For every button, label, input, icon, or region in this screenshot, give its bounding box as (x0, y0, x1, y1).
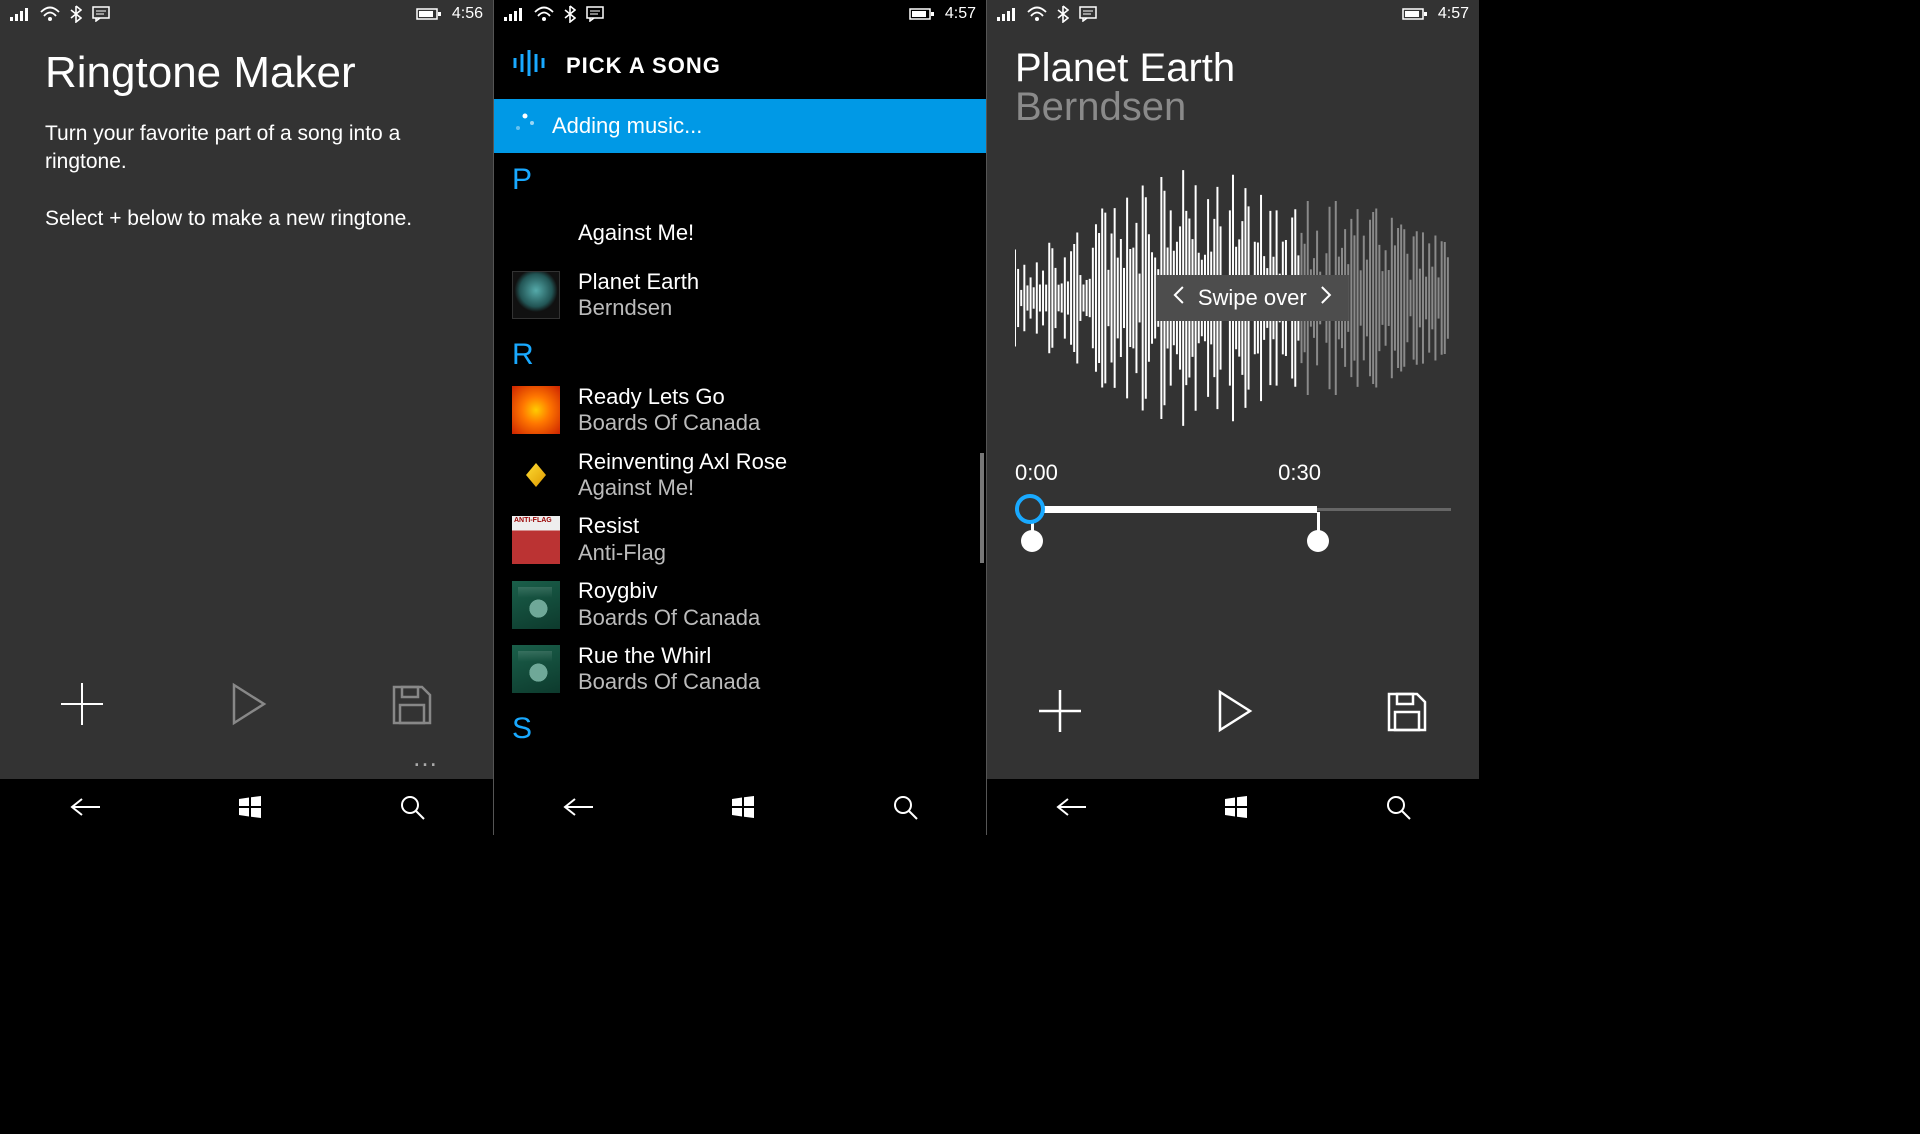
swipe-text: Swipe over (1198, 285, 1307, 311)
song-title: Rue the Whirl (578, 643, 760, 669)
swipe-hint: Swipe over (1156, 275, 1349, 321)
album-art (512, 386, 560, 434)
screen-editor: 4:57 Planet Earth Berndsen Swipe over 0:… (986, 0, 1479, 835)
play-button[interactable] (220, 677, 274, 736)
play-button[interactable] (1206, 684, 1260, 743)
album-art (512, 645, 560, 693)
status-bar: 4:57 (494, 0, 986, 28)
save-button[interactable] (384, 677, 438, 736)
song-title: Roygbiv (578, 578, 760, 604)
page-title: Ringtone Maker (45, 48, 448, 98)
signal-icon (504, 7, 524, 21)
song-title: Reinventing Axl Rose (578, 449, 787, 475)
song-artist: Anti-Flag (578, 540, 666, 566)
battery-icon (416, 7, 442, 21)
add-button[interactable] (1033, 684, 1087, 743)
song-artist: Berndsen (1015, 85, 1451, 130)
song-title: Ready Lets Go (578, 384, 760, 410)
bluetooth-icon (564, 5, 576, 23)
nav-back-button[interactable] (561, 795, 595, 819)
loading-spinner-icon (514, 112, 536, 140)
message-icon (92, 6, 110, 22)
handle-end[interactable] (1307, 530, 1329, 552)
song-artist: Boards Of Canada (578, 410, 760, 436)
nav-windows-button[interactable] (237, 794, 263, 820)
bluetooth-icon (70, 5, 82, 23)
song-row[interactable]: Ready Lets Go Boards Of Canada (494, 378, 986, 443)
song-row[interactable]: Roygbiv Boards Of Canada (494, 572, 986, 637)
intro-text-1: Turn your favorite part of a song into a… (45, 120, 448, 177)
nav-search-button[interactable] (891, 793, 919, 821)
album-art (512, 516, 560, 564)
waveform[interactable]: Swipe over (1015, 148, 1451, 448)
nav-back-button[interactable] (1054, 795, 1088, 819)
more-button[interactable]: … (45, 742, 448, 779)
adding-music-banner: Adding music... (494, 99, 986, 153)
scrollbar-thumb[interactable] (980, 453, 984, 563)
message-icon (1079, 6, 1097, 22)
song-artist: Against Me! (578, 475, 787, 501)
page-title: PICK A SONG (566, 53, 721, 79)
chevron-left-icon (1172, 285, 1186, 311)
song-row[interactable]: Reinventing Axl Rose Against Me! (494, 443, 986, 508)
battery-icon (909, 7, 935, 21)
screen-ringtone-home: 4:56 Ringtone Maker Turn your favorite p… (0, 0, 493, 835)
nav-windows-button[interactable] (730, 794, 756, 820)
clock-text: 4:56 (452, 5, 483, 23)
app-logo-icon (512, 48, 548, 83)
song-row[interactable]: Against Me! (494, 203, 986, 263)
save-button[interactable] (1379, 684, 1433, 743)
time-end: 0:30 (1278, 460, 1321, 486)
range-slider[interactable] (1015, 492, 1451, 562)
signal-icon (10, 7, 30, 21)
status-bar: 4:57 (987, 0, 1479, 28)
wifi-icon (40, 6, 60, 22)
handle-start[interactable] (1015, 494, 1045, 524)
group-letter[interactable]: P (494, 153, 986, 203)
song-artist: Berndsen (578, 295, 699, 321)
nav-search-button[interactable] (1384, 793, 1412, 821)
signal-icon (997, 7, 1017, 21)
nav-windows-button[interactable] (1223, 794, 1249, 820)
album-art (512, 581, 560, 629)
song-artist: Boards Of Canada (578, 605, 760, 631)
song-artist: Boards Of Canada (578, 669, 760, 695)
add-button[interactable] (55, 677, 109, 736)
album-art (512, 451, 560, 499)
nav-back-button[interactable] (68, 795, 102, 819)
time-start: 0:00 (1015, 460, 1058, 486)
wifi-icon (534, 6, 554, 22)
screen-pick-song: 4:57 PICK A SONG Adding music... P Again… (493, 0, 986, 835)
song-title: Planet Earth (578, 269, 699, 295)
chevron-right-icon (1319, 285, 1333, 311)
clock-text: 4:57 (945, 5, 976, 23)
album-art (512, 271, 560, 319)
clock-text: 4:57 (1438, 5, 1469, 23)
song-row[interactable]: Resist Anti-Flag (494, 507, 986, 572)
song-row[interactable]: Rue the Whirl Boards Of Canada (494, 637, 986, 702)
nav-search-button[interactable] (398, 793, 426, 821)
intro-text-2: Select + below to make a new ringtone. (45, 205, 448, 233)
group-letter[interactable]: S (494, 702, 986, 752)
album-art (512, 209, 560, 257)
song-list[interactable]: P Against Me! Planet Earth Berndsen R Re… (494, 153, 986, 779)
song-title: Against Me! (578, 220, 694, 246)
banner-text: Adding music... (552, 113, 702, 139)
song-title: Resist (578, 513, 666, 539)
battery-icon (1402, 7, 1428, 21)
group-letter[interactable]: R (494, 328, 986, 378)
wifi-icon (1027, 6, 1047, 22)
bluetooth-icon (1057, 5, 1069, 23)
message-icon (586, 6, 604, 22)
status-bar: 4:56 (0, 0, 493, 28)
song-row[interactable]: Planet Earth Berndsen (494, 263, 986, 328)
